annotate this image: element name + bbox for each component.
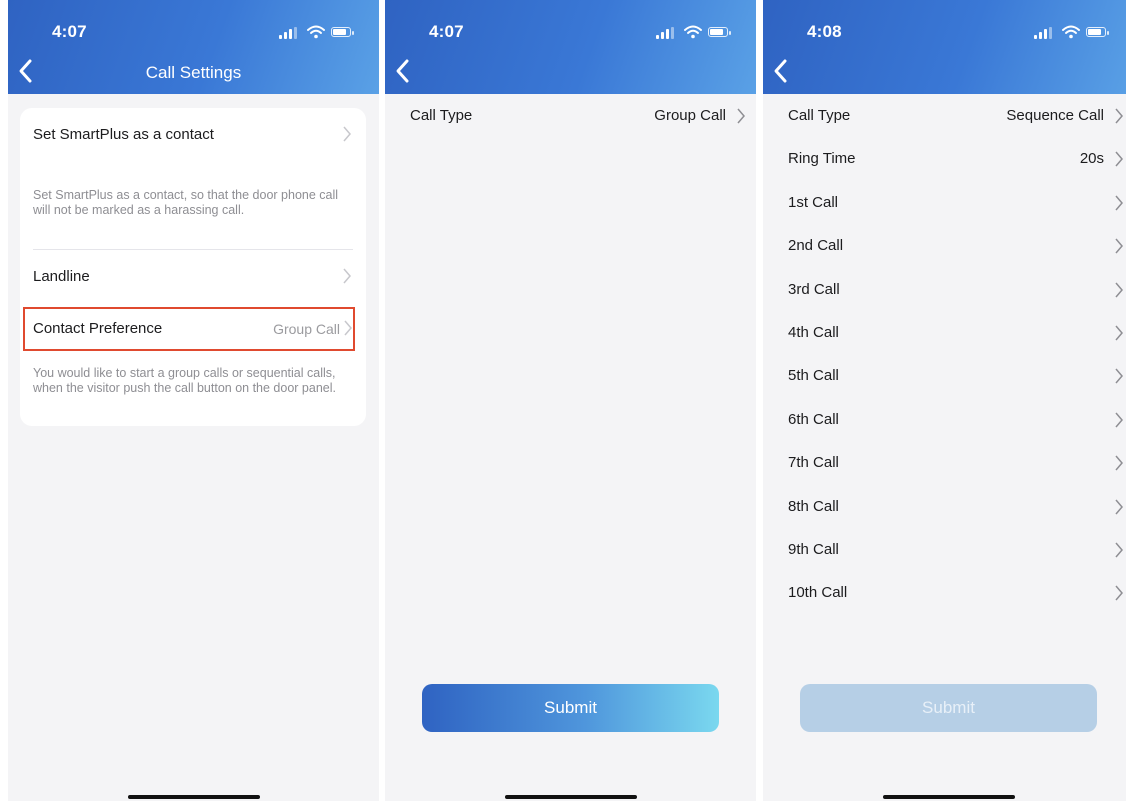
call-row[interactable]: 7th Call <box>763 441 1126 484</box>
submit-button[interactable]: Submit <box>422 684 719 732</box>
battery-icon <box>1086 27 1106 37</box>
call-row[interactable]: 6th Call <box>763 398 1126 441</box>
call-row[interactable]: Ring Time 20s <box>763 137 1126 180</box>
divider <box>33 249 353 250</box>
status-time: 4:07 <box>429 22 464 41</box>
chevron-right-icon <box>1115 195 1123 211</box>
battery-icon <box>331 27 351 37</box>
call-type-label: Call Type <box>410 107 473 124</box>
call-type-value: Group Call <box>654 107 726 124</box>
chevron-right-icon <box>737 108 745 124</box>
call-row-label: Ring Time <box>788 150 856 168</box>
smartplus-contact-row[interactable]: Set SmartPlus as a contact <box>33 126 214 143</box>
call-row-label: 9th Call <box>788 541 839 558</box>
home-indicator <box>504 795 637 799</box>
chevron-right-icon <box>1115 542 1123 558</box>
back-chevron-icon[interactable] <box>771 58 791 84</box>
home-indicator <box>882 795 1015 799</box>
navigation-header: 4:07 <box>385 0 756 94</box>
call-row[interactable]: 8th Call <box>763 485 1126 528</box>
chevron-right-icon <box>1115 412 1123 428</box>
landline-row[interactable]: Landline <box>33 268 90 285</box>
call-row-label: 3rd Call <box>788 280 840 298</box>
call-row-label: 7th Call <box>788 454 839 472</box>
status-time: 4:08 <box>807 22 842 41</box>
chevron-right-icon <box>1115 151 1123 167</box>
chevron-right-icon <box>1115 325 1123 341</box>
call-row[interactable]: 3rd Call <box>763 268 1126 311</box>
call-row-label: 10th Call <box>788 584 848 602</box>
highlight-box <box>23 307 355 351</box>
chevron-right-icon <box>1115 455 1123 471</box>
call-row[interactable]: Call Type Sequence Call <box>763 94 1126 137</box>
status-icons <box>279 25 355 41</box>
call-row[interactable]: 2nd Call <box>763 224 1126 267</box>
call-row-label: 2nd Call <box>788 237 844 255</box>
call-row[interactable]: 4th Call <box>763 311 1126 354</box>
chevron-right-icon <box>1115 282 1123 298</box>
call-row-label: 6th Call <box>788 410 839 428</box>
page-title: Call Settings <box>145 63 242 82</box>
chevron-right-icon <box>1115 585 1123 601</box>
navigation-header: 4:07 Call Settings <box>8 0 379 94</box>
chevron-right-icon <box>1115 108 1123 124</box>
call-type-sequence-screen: 4:08 Call Type Sequence Call Ring Time 20s 1… <box>763 0 1126 801</box>
chevron-right-icon <box>343 126 351 142</box>
call-row-label: 5th Call <box>788 367 839 385</box>
status-time: 4:07 <box>52 22 87 41</box>
call-row[interactable]: 10th Call <box>763 571 1126 614</box>
contact-preference-description: You would like to start a group calls or… <box>33 366 336 395</box>
chevron-right-icon <box>1115 368 1123 384</box>
chevron-right-icon <box>1115 238 1123 254</box>
call-type-group-screen: 4:07 Call Type Group Call Submit <box>385 0 756 801</box>
submit-button-disabled[interactable]: Submit <box>800 684 1097 732</box>
home-indicator <box>127 795 260 799</box>
settings-card: Set SmartPlus as a contact Set SmartPlus… <box>20 108 366 426</box>
call-row-label: Call Type <box>788 107 851 124</box>
status-icons <box>656 25 732 41</box>
wifi-icon <box>307 25 325 39</box>
wifi-icon <box>1062 25 1080 39</box>
smartplus-description: Set SmartPlus as a contact, so that the … <box>33 188 339 217</box>
call-row-label: 8th Call <box>788 497 839 515</box>
chevron-right-icon <box>343 268 351 284</box>
status-icons <box>1034 25 1110 41</box>
battery-icon <box>708 27 728 37</box>
chevron-right-icon <box>1115 499 1123 515</box>
call-settings-screen: 4:07 Call Settings Set SmartPlus as a co… <box>8 0 379 801</box>
call-row[interactable]: 9th Call <box>763 528 1126 571</box>
navigation-header: 4:08 <box>763 0 1126 94</box>
call-type-row[interactable]: Call Type Group Call <box>385 94 756 137</box>
call-row[interactable]: 1st Call <box>763 181 1126 224</box>
call-row-value: Sequence Call <box>1006 107 1104 124</box>
call-row-label: 4th Call <box>788 324 839 341</box>
wifi-icon <box>684 25 702 39</box>
call-row-label: 1st Call <box>788 193 839 211</box>
call-row[interactable]: 5th Call <box>763 354 1126 397</box>
back-chevron-icon[interactable] <box>393 58 413 84</box>
call-row-value: 20s <box>1079 150 1104 168</box>
